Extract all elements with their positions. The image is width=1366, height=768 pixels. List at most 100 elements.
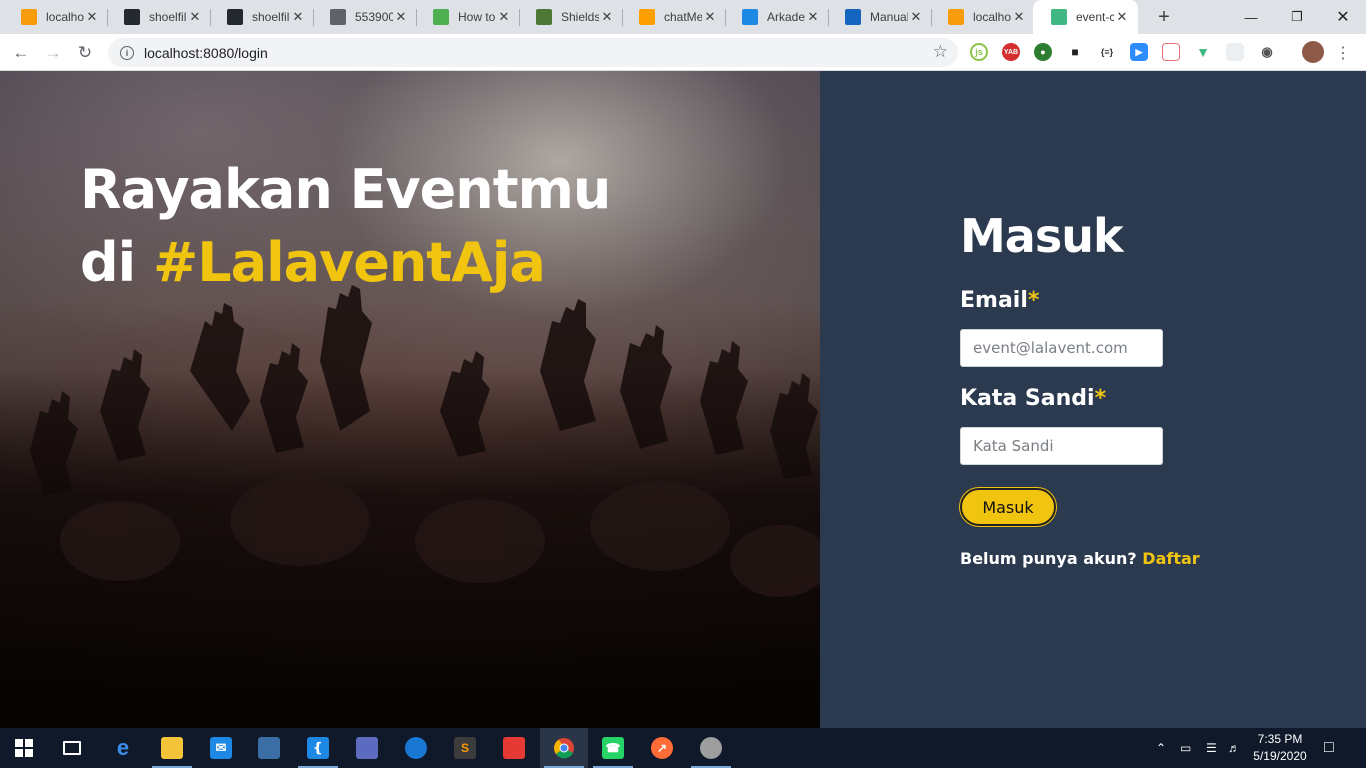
- browser-tab-label: How to: [458, 10, 496, 24]
- taskbar-vscode[interactable]: ❴: [294, 728, 342, 768]
- w3-icon: [433, 9, 449, 25]
- yab-extension-icon[interactable]: YAB: [1002, 43, 1020, 61]
- sublime-icon: S: [454, 737, 476, 759]
- globe-extension-icon[interactable]: ●: [1034, 43, 1052, 61]
- browser-tab[interactable]: Manual ✕: [827, 0, 932, 34]
- taskbar-chrome[interactable]: [540, 728, 588, 768]
- login-panel: Masuk Email* Kata Sandi* Masuk Belum pun…: [820, 71, 1366, 728]
- maximize-button[interactable]: ❐: [1274, 0, 1320, 34]
- browser-tab-label: shoelfil: [149, 10, 187, 24]
- arkademy-icon: [742, 9, 758, 25]
- close-tab-icon[interactable]: ✕: [496, 9, 512, 25]
- taskbar-file-explorer[interactable]: [148, 728, 196, 768]
- browser-tab[interactable]: shoelfil ✕: [106, 0, 211, 34]
- browser-tab[interactable]: shoelfil ✕: [209, 0, 314, 34]
- notifications-icon[interactable]: □: [1324, 728, 1334, 768]
- screenshot-extension-icon[interactable]: ◉: [1258, 43, 1276, 61]
- json-extension-icon[interactable]: {≡}: [1098, 43, 1116, 61]
- close-tab-icon[interactable]: ✕: [908, 9, 924, 25]
- firebase-icon: [639, 9, 655, 25]
- new-tab-button[interactable]: +: [1152, 5, 1176, 29]
- vue-icon: [1051, 9, 1067, 25]
- address-url: localhost:8080/login: [144, 44, 268, 61]
- browser-tab-label: Shields: [561, 10, 599, 24]
- address-bar[interactable]: i localhost:8080/login ☆: [108, 38, 958, 67]
- browser-tab-label: Arkade: [767, 10, 805, 24]
- chrome-menu-icon[interactable]: ⋮: [1330, 40, 1356, 66]
- close-tab-icon[interactable]: ✕: [599, 9, 615, 25]
- nodejs-extension-icon[interactable]: js: [970, 43, 988, 61]
- browser-tab[interactable]: event-c ✕: [1033, 0, 1138, 34]
- taskbar-weather[interactable]: [392, 728, 440, 768]
- password-field[interactable]: [960, 427, 1163, 465]
- start-button[interactable]: [0, 728, 48, 768]
- browser-tab-label: chatMe: [664, 10, 702, 24]
- battery-icon[interactable]: ▭: [1180, 728, 1191, 768]
- github-icon: [227, 9, 243, 25]
- folder-icon: [161, 737, 183, 759]
- taskbar-postman[interactable]: ↗: [638, 728, 686, 768]
- task-view-button[interactable]: [48, 728, 96, 768]
- email-label: Email*: [960, 288, 1039, 313]
- email-required-marker: *: [1027, 288, 1040, 313]
- profile-avatar[interactable]: [1302, 41, 1324, 63]
- browser-tab[interactable]: localho ✕: [930, 0, 1035, 34]
- task-view-icon: [63, 741, 81, 755]
- close-tab-icon[interactable]: ✕: [187, 9, 203, 25]
- back-button[interactable]: ←: [8, 40, 34, 66]
- palette-icon: [700, 737, 722, 759]
- browser-tab[interactable]: 553900 ✕: [312, 0, 417, 34]
- close-window-button[interactable]: ✕: [1320, 0, 1366, 34]
- bookmark-star-icon[interactable]: ☆: [933, 42, 948, 62]
- browser-tab[interactable]: Shields ✕: [518, 0, 623, 34]
- browser-tab[interactable]: chatMe ✕: [621, 0, 726, 34]
- clock-time: 7:35 PM: [1257, 732, 1303, 746]
- zoom-extension-icon[interactable]: ▶: [1130, 43, 1148, 61]
- wifi-icon[interactable]: ☰: [1206, 728, 1217, 768]
- blank-extension-icon[interactable]: [1226, 43, 1244, 61]
- close-tab-icon[interactable]: ✕: [84, 9, 100, 25]
- weather-icon: [405, 737, 427, 759]
- email-field[interactable]: [960, 329, 1163, 367]
- browser-tab[interactable]: How to ✕: [415, 0, 520, 34]
- browser-tab-label: Manual: [870, 10, 908, 24]
- taskbar-paint[interactable]: [687, 728, 735, 768]
- site-info-icon[interactable]: i: [120, 45, 134, 60]
- taskbar-whatsapp[interactable]: ☎: [589, 728, 637, 768]
- close-tab-icon[interactable]: ✕: [805, 9, 821, 25]
- browser-tab[interactable]: localho ✕: [3, 0, 108, 34]
- browser-tab-label: shoelfil: [252, 10, 290, 24]
- browser-tab[interactable]: Arkade ✕: [724, 0, 829, 34]
- chrome-icon: [554, 738, 574, 759]
- password-required-marker: *: [1094, 386, 1107, 411]
- close-tab-icon[interactable]: ✕: [702, 9, 718, 25]
- password-label-text: Kata Sandi: [960, 386, 1095, 411]
- volume-icon[interactable]: ♬: [1228, 728, 1240, 768]
- reload-button[interactable]: ↻: [72, 40, 98, 66]
- taskbar-clock[interactable]: 7:35 PM 5/19/2020: [1246, 731, 1314, 765]
- taskbar-paint-app[interactable]: [490, 728, 538, 768]
- network-app-icon: [258, 737, 280, 759]
- taskbar-network-app[interactable]: [245, 728, 293, 768]
- windows-taskbar: e ✉ ❴ S ☎ ↗ ⌃ ▭ ☰ ♬ 7:35 PM 5/19/2020 □: [0, 728, 1366, 768]
- minimize-button[interactable]: —: [1228, 0, 1274, 34]
- mail-icon: ✉: [210, 737, 232, 759]
- hero-heading-line2: di #LalaventAja: [80, 226, 610, 299]
- browser-tab-strip: localho ✕ shoelfil ✕ shoelfil ✕ 553900 ✕ How to ✕…: [0, 0, 1366, 34]
- window-extension-icon[interactable]: [1162, 43, 1180, 61]
- incognito-extension-icon[interactable]: ■: [1066, 43, 1084, 61]
- taskbar-sublime[interactable]: S: [441, 728, 489, 768]
- signup-link[interactable]: Daftar: [1142, 549, 1199, 568]
- tray-chevron-icon[interactable]: ⌃: [1156, 728, 1166, 768]
- taskbar-tool[interactable]: [343, 728, 391, 768]
- browser-tab-label: localho: [46, 10, 84, 24]
- close-tab-icon[interactable]: ✕: [1011, 9, 1027, 25]
- taskbar-edge[interactable]: e: [99, 728, 147, 768]
- close-tab-icon[interactable]: ✕: [393, 9, 409, 25]
- taskbar-mail[interactable]: ✉: [197, 728, 245, 768]
- vue-devtools-icon[interactable]: ▼: [1194, 43, 1212, 61]
- login-button[interactable]: Masuk: [960, 488, 1056, 526]
- forward-button[interactable]: →: [40, 40, 66, 66]
- close-tab-icon[interactable]: ✕: [290, 9, 306, 25]
- close-tab-icon[interactable]: ✕: [1114, 9, 1130, 25]
